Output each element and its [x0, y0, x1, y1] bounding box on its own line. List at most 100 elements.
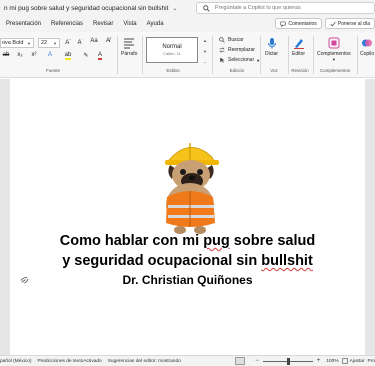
heading-text: y seguridad ocupacional sin	[62, 253, 262, 269]
search-icon	[219, 37, 225, 43]
chevron-down-icon[interactable]: ⌄	[172, 5, 177, 12]
group-label-editing: Edición	[229, 68, 245, 73]
replace-button[interactable]: Reemplazar	[219, 47, 255, 53]
catch-up-button[interactable]: Ponerse al día	[324, 18, 375, 29]
select-label: Seleccionar	[228, 57, 255, 63]
dictate-button[interactable]: Dictar	[265, 37, 278, 57]
editor-label: Editor	[292, 51, 306, 57]
group-label-font: Fuente	[45, 68, 60, 73]
strikethrough-icon[interactable]: ab	[2, 52, 10, 58]
text-effects-icon[interactable]: A	[46, 52, 54, 58]
replace-label: Reemplazar	[228, 47, 255, 53]
catch-up-icon	[330, 21, 336, 26]
editor-suggestions-status[interactable]: Sugerencias del editor: mostrando	[108, 359, 181, 364]
paragraph-button[interactable]: Párrafo	[121, 37, 137, 57]
search-icon	[203, 4, 210, 12]
chevron-down-icon[interactable]: ▼	[203, 49, 207, 54]
styles-scroll[interactable]: ▲ ▼ ⌄	[202, 38, 208, 64]
tab-presentacion[interactable]: Presentación	[6, 21, 41, 27]
copilot-button[interactable]: Copilo	[360, 37, 374, 57]
shrink-font-icon[interactable]: Aˇ	[76, 38, 84, 46]
spelling-flag[interactable]: bullshit	[261, 253, 313, 269]
copilot-icon	[362, 39, 373, 47]
separator	[117, 36, 118, 74]
style-font: Calibri, 11	[163, 51, 181, 56]
addins-icon	[328, 37, 340, 49]
separator	[357, 36, 358, 74]
language-status[interactable]: pañol (México)	[0, 359, 31, 364]
zoom-slider-thumb[interactable]	[287, 357, 291, 365]
spelling-flag[interactable]: pug	[203, 233, 230, 249]
change-case-icon[interactable]: Aa	[90, 38, 98, 44]
paragraph-icon	[124, 38, 135, 49]
comments-label: Comentarios	[288, 20, 317, 27]
superscript-icon[interactable]: x²	[30, 52, 38, 58]
font-name-value: ova Bold	[2, 40, 24, 46]
zoom-out-button[interactable]: −	[255, 358, 259, 364]
copilot-label: Copilo	[360, 51, 375, 57]
mouse-cursor-icon	[20, 277, 29, 284]
catch-up-label: Ponerse al día	[337, 20, 370, 27]
replace-icon	[219, 47, 225, 53]
select-button[interactable]: Seleccionar ▼	[219, 57, 260, 63]
subscript-icon[interactable]: x₂	[16, 52, 24, 58]
group-label-styles: Estilos	[166, 68, 180, 73]
format-painter-icon[interactable]: ✎	[82, 52, 90, 59]
style-normal[interactable]: Normal Calibri, 11	[146, 37, 198, 63]
more-status[interactable]: Pro	[368, 359, 375, 364]
editor-icon	[293, 39, 304, 49]
fit-icon	[341, 358, 348, 364]
comments-button[interactable]: Comentarios	[275, 18, 322, 29]
fit-button[interactable]: Ajustar	[350, 359, 365, 364]
paragraph-label: Párrafo	[121, 51, 138, 57]
tab-vista[interactable]: Vista	[123, 21, 136, 27]
copilot-search[interactable]	[196, 2, 375, 14]
font-name-select[interactable]: ova Bold ▼	[0, 38, 34, 48]
font-size-select[interactable]: 22 ▼	[38, 38, 60, 48]
find-button[interactable]: Buscar	[219, 37, 244, 43]
select-icon	[220, 57, 225, 63]
chevron-down-icon: ▼	[331, 57, 336, 62]
zoom-in-button[interactable]: +	[317, 358, 321, 364]
separator	[260, 36, 261, 74]
document-heading[interactable]: Como hablar con mi pug sobre salud y seg…	[10, 231, 365, 271]
find-label: Buscar	[228, 37, 244, 43]
chevron-up-icon[interactable]: ▲	[203, 38, 207, 43]
dictate-label: Dictar	[265, 51, 279, 57]
editor-button[interactable]: Editor	[292, 37, 305, 57]
microphone-icon	[267, 38, 276, 49]
tab-revisar[interactable]: Revisar	[93, 21, 113, 27]
group-label-voice: Voz	[270, 68, 278, 73]
title-bar: n mi pug sobre salud y seguridad ocupaci…	[0, 0, 375, 16]
font-color-icon[interactable]: A	[96, 52, 104, 60]
print-layout-button[interactable]	[235, 357, 246, 365]
predictions-status[interactable]: Predicciones de textoActivado	[37, 359, 101, 364]
more-icon[interactable]: ⌄	[203, 59, 206, 64]
chevron-down-icon: ▼	[53, 41, 57, 46]
highlight-icon[interactable]: ab	[64, 52, 72, 60]
ribbon: ova Bold ▼ 22 ▼ A^ Aˇ Aa A̸ ab x₂ x² A a…	[0, 32, 375, 78]
status-bar: pañol (México) Predicciones de textoActi…	[0, 355, 375, 366]
zoom-slider[interactable]	[262, 357, 313, 365]
document-page[interactable]: Como hablar con mi pug sobre salud y seg…	[10, 79, 365, 355]
grow-font-icon[interactable]: A^	[64, 38, 72, 46]
separator	[212, 36, 213, 74]
document-title: n mi pug sobre salud y seguridad ocupaci…	[4, 4, 169, 12]
separator	[142, 36, 143, 74]
font-size-value: 22	[41, 40, 48, 46]
pug-with-hardhat-image	[165, 143, 219, 234]
group-label-addins: Complementos	[319, 68, 351, 73]
document-author[interactable]: Dr. Christian Quiñones	[10, 273, 365, 287]
search-input[interactable]	[215, 5, 365, 11]
zoom-level[interactable]: 100%	[326, 359, 338, 364]
tab-ayuda[interactable]: Ayuda	[147, 21, 164, 27]
addins-button[interactable]: Complementos ▼	[317, 37, 351, 62]
separator	[313, 36, 314, 74]
chevron-down-icon: ▼	[27, 41, 31, 46]
style-name: Normal	[162, 44, 182, 50]
heading-text: Como hablar con mi	[59, 233, 204, 249]
heading-text: sobre salud	[229, 233, 316, 249]
tab-referencias[interactable]: Referencias	[51, 21, 83, 27]
group-label-review: Revisión	[291, 68, 309, 73]
clear-format-icon[interactable]: A̸	[104, 38, 112, 44]
